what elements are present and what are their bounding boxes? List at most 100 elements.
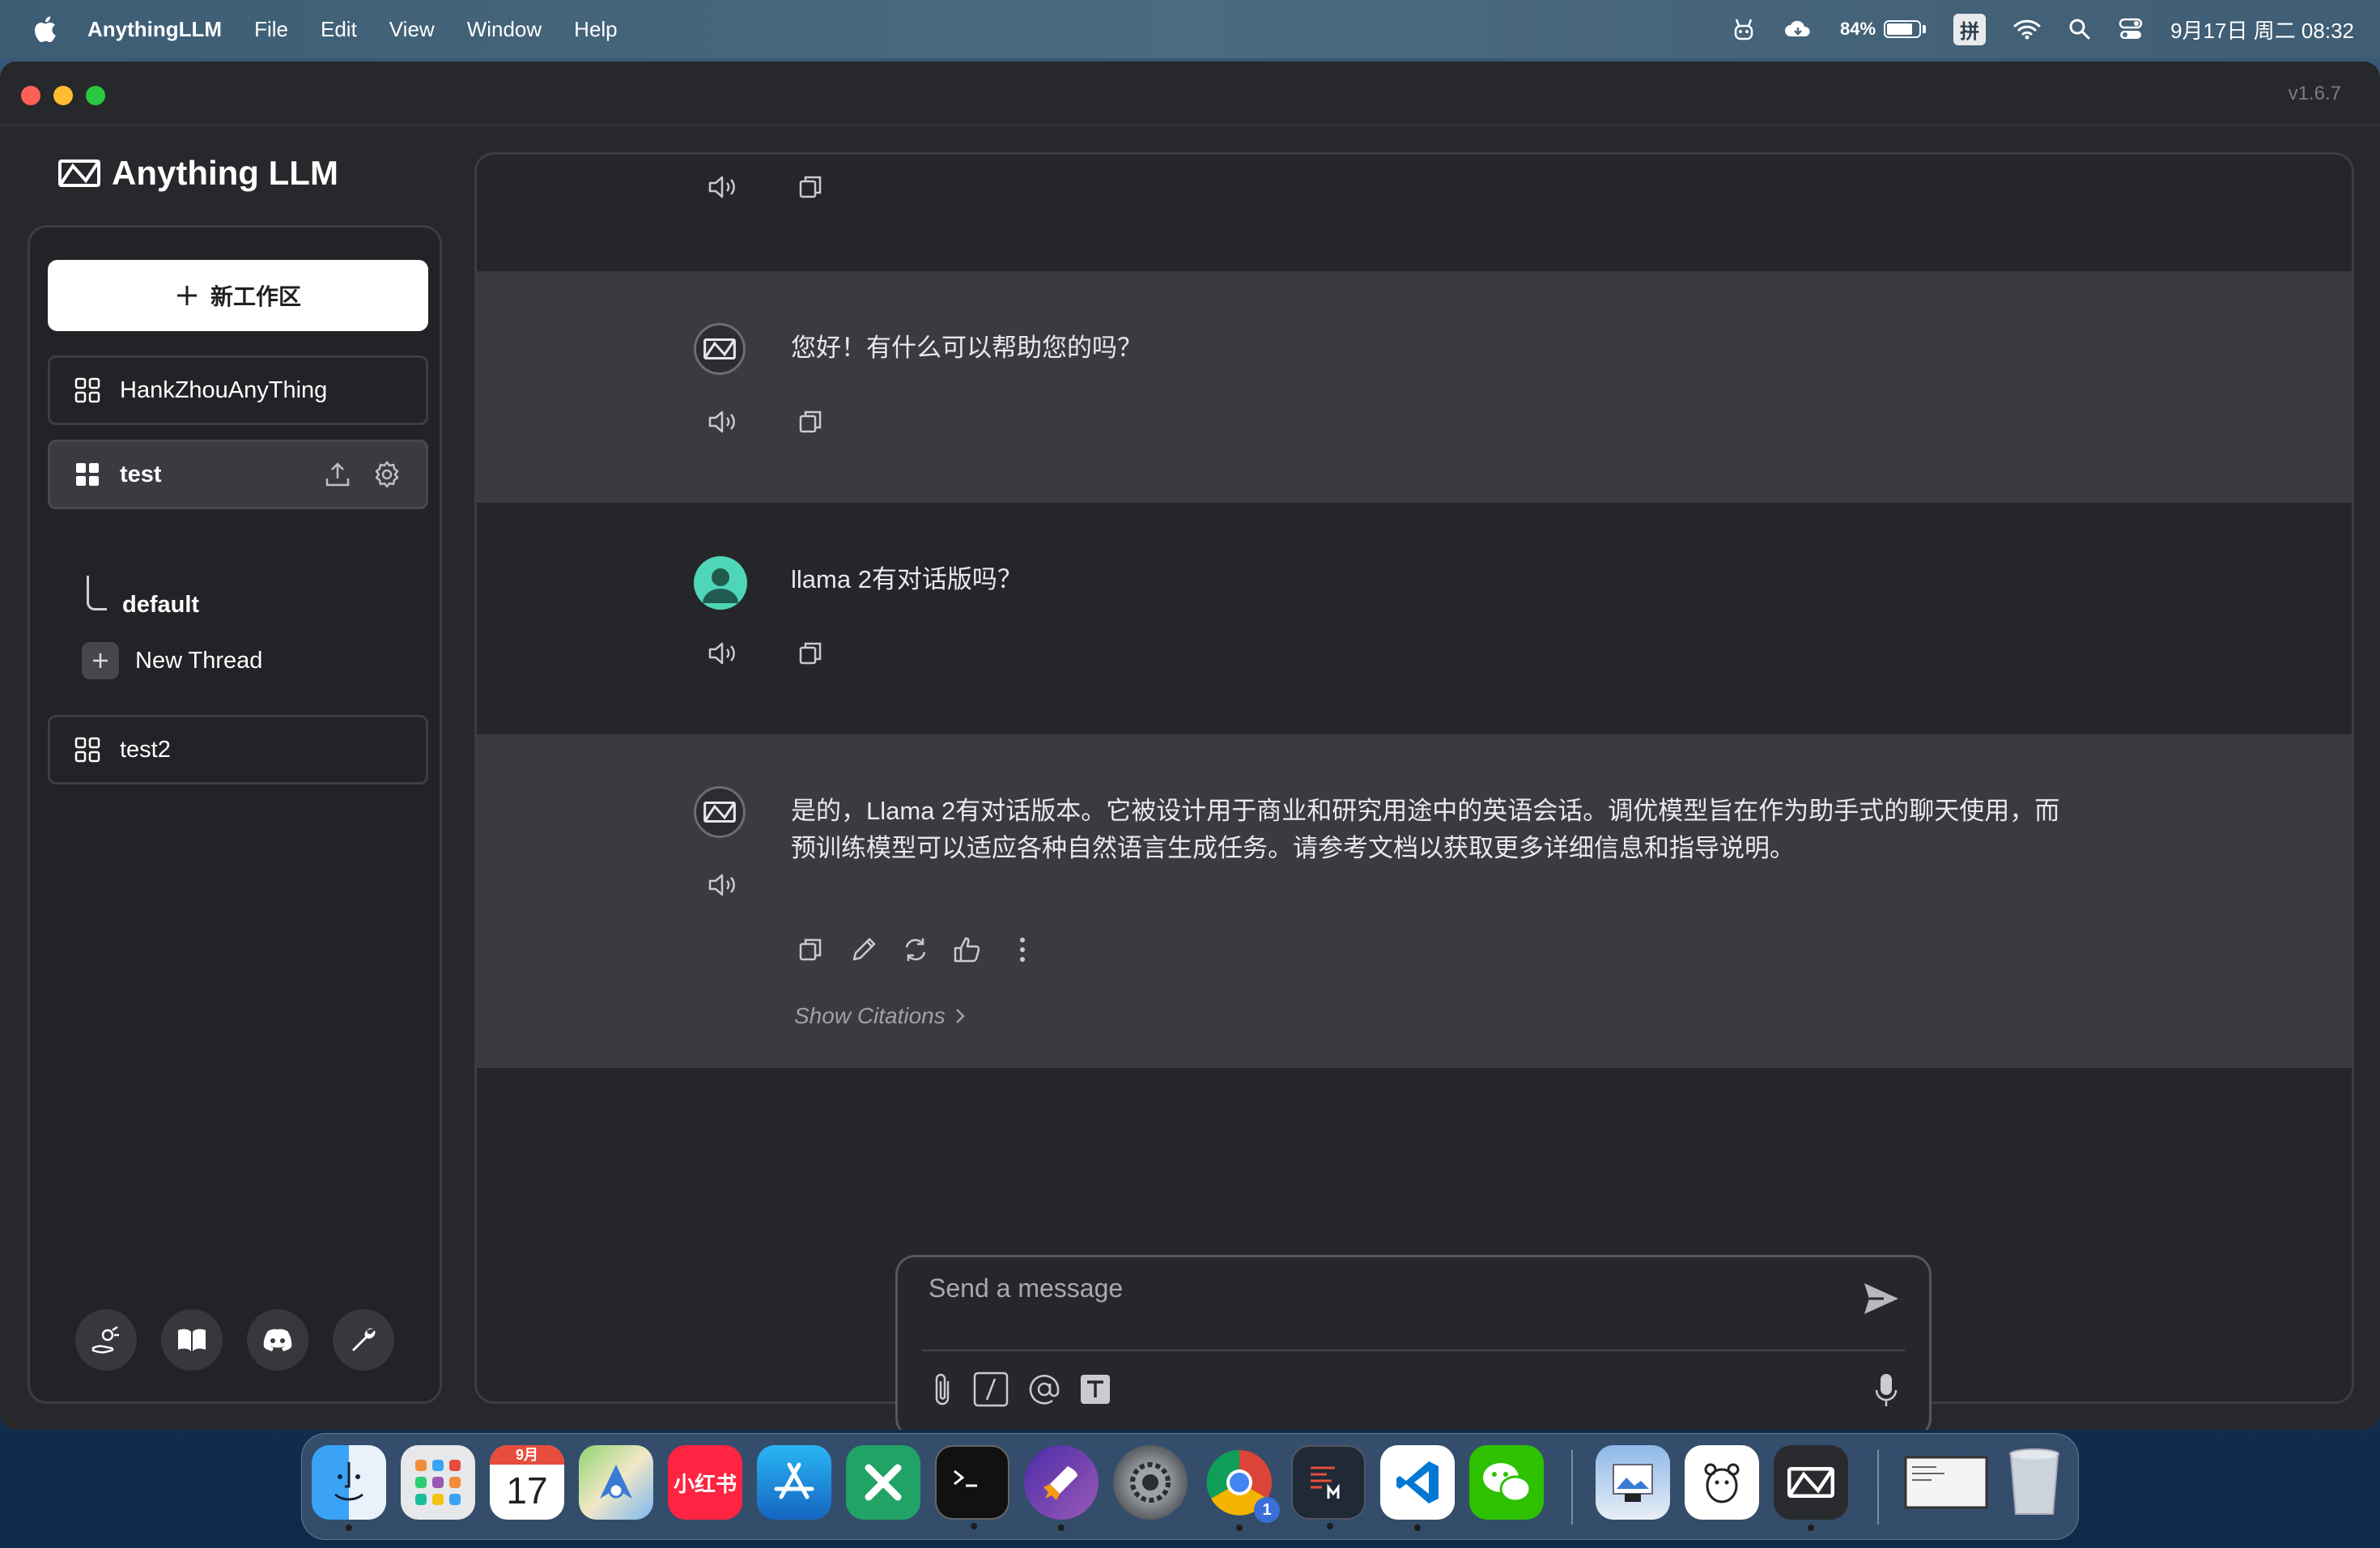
menu-bar: AnythingLLM File Edit View Window Help 8… bbox=[0, 0, 2380, 58]
running-indicator bbox=[1808, 1525, 1814, 1531]
upload-icon[interactable] bbox=[324, 461, 351, 488]
microphone-icon bbox=[1875, 1374, 1898, 1406]
ai-bot-icon[interactable] bbox=[1732, 16, 1756, 42]
dock-app-store[interactable] bbox=[757, 1445, 831, 1520]
slash-command-button[interactable] bbox=[972, 1371, 1009, 1412]
dock-preview[interactable] bbox=[1596, 1445, 1670, 1520]
community-hub-button[interactable] bbox=[75, 1309, 137, 1371]
dock-maps[interactable] bbox=[579, 1445, 653, 1520]
dock-launchpad[interactable] bbox=[401, 1445, 475, 1520]
menu-datetime[interactable]: 9月17日 周二 08:32 bbox=[2170, 15, 2354, 45]
vscode-icon bbox=[1396, 1461, 1439, 1503]
wifi-icon[interactable] bbox=[2013, 19, 2041, 40]
dock: 9月 17 小红书 1 bbox=[301, 1433, 2079, 1540]
running-indicator bbox=[346, 1525, 352, 1531]
docs-icon bbox=[178, 1329, 206, 1351]
close-window-button[interactable] bbox=[21, 86, 40, 105]
thumbs-up-button[interactable] bbox=[950, 932, 985, 968]
new-thread-button[interactable]: New Thread bbox=[82, 642, 262, 679]
assistant-avatar bbox=[694, 323, 746, 375]
speaker-button[interactable] bbox=[705, 169, 741, 205]
thread-connector bbox=[87, 576, 107, 610]
copy-button[interactable] bbox=[793, 169, 828, 205]
dock-wechat[interactable] bbox=[1469, 1445, 1544, 1520]
menu-help[interactable]: Help bbox=[574, 17, 617, 42]
copy-icon bbox=[799, 642, 822, 665]
copy-button[interactable] bbox=[793, 404, 828, 440]
speaker-button[interactable] bbox=[705, 636, 741, 671]
input-method-icon[interactable]: 拼 bbox=[1953, 13, 1987, 45]
minimize-window-button[interactable] bbox=[53, 86, 73, 105]
workspace-item-hankzhouanything[interactable]: HankZhouAnyThing bbox=[48, 355, 428, 425]
menu-view[interactable]: View bbox=[389, 17, 435, 42]
apple-menu-icon[interactable] bbox=[31, 14, 58, 45]
spotlight-icon[interactable] bbox=[2068, 18, 2091, 40]
dock-system-settings[interactable] bbox=[1113, 1445, 1188, 1520]
message-text: 您好！有什么可以帮助您的吗？ bbox=[791, 334, 1142, 362]
menu-edit[interactable]: Edit bbox=[321, 17, 357, 42]
dock-xiaohongshu[interactable]: 小红书 bbox=[668, 1445, 742, 1520]
dock-finder[interactable] bbox=[312, 1445, 386, 1531]
zoom-window-button[interactable] bbox=[86, 86, 105, 105]
dock-anythingllm[interactable] bbox=[1774, 1445, 1848, 1531]
slash-command-icon bbox=[973, 1372, 1009, 1407]
user-icon bbox=[703, 568, 738, 603]
running-indicator bbox=[1236, 1525, 1243, 1531]
workspace-item-test[interactable]: test bbox=[48, 440, 428, 509]
composer-toolbar bbox=[930, 1371, 1111, 1412]
menu-app-name[interactable]: AnythingLLM bbox=[87, 17, 222, 42]
dock-activity[interactable] bbox=[1291, 1445, 1366, 1529]
app-store-icon bbox=[774, 1462, 814, 1499]
dock-vscode[interactable] bbox=[1380, 1445, 1455, 1531]
control-center-icon[interactable] bbox=[2119, 18, 2143, 40]
message-row-user: llama 2有对话版吗？ bbox=[477, 503, 2352, 734]
workspace-grid-icon bbox=[74, 377, 100, 403]
at-mention-icon bbox=[1029, 1375, 1060, 1405]
edit-button[interactable] bbox=[846, 932, 882, 968]
menu-file[interactable]: File bbox=[254, 17, 288, 42]
settings-button[interactable] bbox=[333, 1309, 394, 1371]
more-options-button[interactable] bbox=[1005, 932, 1040, 968]
calendar-day: 17 bbox=[506, 1469, 548, 1512]
dock-calendar[interactable]: 9月 17 bbox=[490, 1445, 564, 1520]
at-mention-button[interactable] bbox=[1027, 1372, 1061, 1410]
sidebar-footer bbox=[30, 1309, 440, 1371]
anythingllm-logo-icon bbox=[703, 802, 736, 823]
regenerate-button[interactable] bbox=[898, 932, 933, 968]
dock-bear[interactable] bbox=[1685, 1445, 1759, 1520]
discord-icon bbox=[263, 1329, 292, 1351]
dock-rocket[interactable] bbox=[1024, 1445, 1099, 1531]
speaker-button[interactable] bbox=[705, 867, 741, 903]
composer-divider bbox=[922, 1350, 1905, 1351]
maps-icon bbox=[600, 1465, 632, 1499]
menu-window[interactable]: Window bbox=[467, 17, 542, 42]
copy-button[interactable] bbox=[793, 636, 828, 671]
thread-item-default[interactable]: default bbox=[122, 592, 199, 619]
cloud-icon[interactable] bbox=[1783, 19, 1813, 40]
message-input[interactable]: Send a message bbox=[929, 1274, 1123, 1303]
dock-excel[interactable] bbox=[846, 1445, 920, 1520]
dock-chrome[interactable]: 1 bbox=[1202, 1445, 1280, 1531]
discord-button[interactable] bbox=[247, 1309, 308, 1371]
speaker-button[interactable] bbox=[705, 404, 741, 440]
docs-button[interactable] bbox=[161, 1309, 223, 1371]
battery-indicator[interactable]: 84% bbox=[1840, 19, 1927, 40]
chat-panel: 您好！有什么可以帮助您的吗？ llama 2有对话版吗？ 是的，Llama 2有… bbox=[474, 152, 2354, 1404]
gear-icon[interactable] bbox=[372, 460, 402, 489]
show-citations-link[interactable]: Show Citations bbox=[794, 1003, 965, 1029]
activity-icon bbox=[1311, 1466, 1340, 1499]
microphone-button[interactable] bbox=[1874, 1372, 1898, 1414]
attach-button[interactable] bbox=[930, 1371, 954, 1412]
window-thumbnail-icon bbox=[1904, 1456, 1988, 1509]
calendar-month: 9月 bbox=[490, 1445, 564, 1465]
dock-screenshot-thumbnail[interactable] bbox=[1902, 1445, 1991, 1520]
text-size-button[interactable] bbox=[1079, 1373, 1111, 1410]
workspace-item-test2[interactable]: test2 bbox=[48, 715, 428, 785]
dock-terminal[interactable] bbox=[935, 1445, 1009, 1529]
send-button[interactable] bbox=[1861, 1278, 1902, 1323]
copy-icon bbox=[799, 176, 822, 198]
new-workspace-button[interactable]: 新工作区 bbox=[48, 260, 428, 331]
dock-trash[interactable] bbox=[1997, 1445, 2072, 1520]
copy-button[interactable] bbox=[793, 932, 828, 968]
show-citations-label: Show Citations bbox=[794, 1003, 946, 1028]
